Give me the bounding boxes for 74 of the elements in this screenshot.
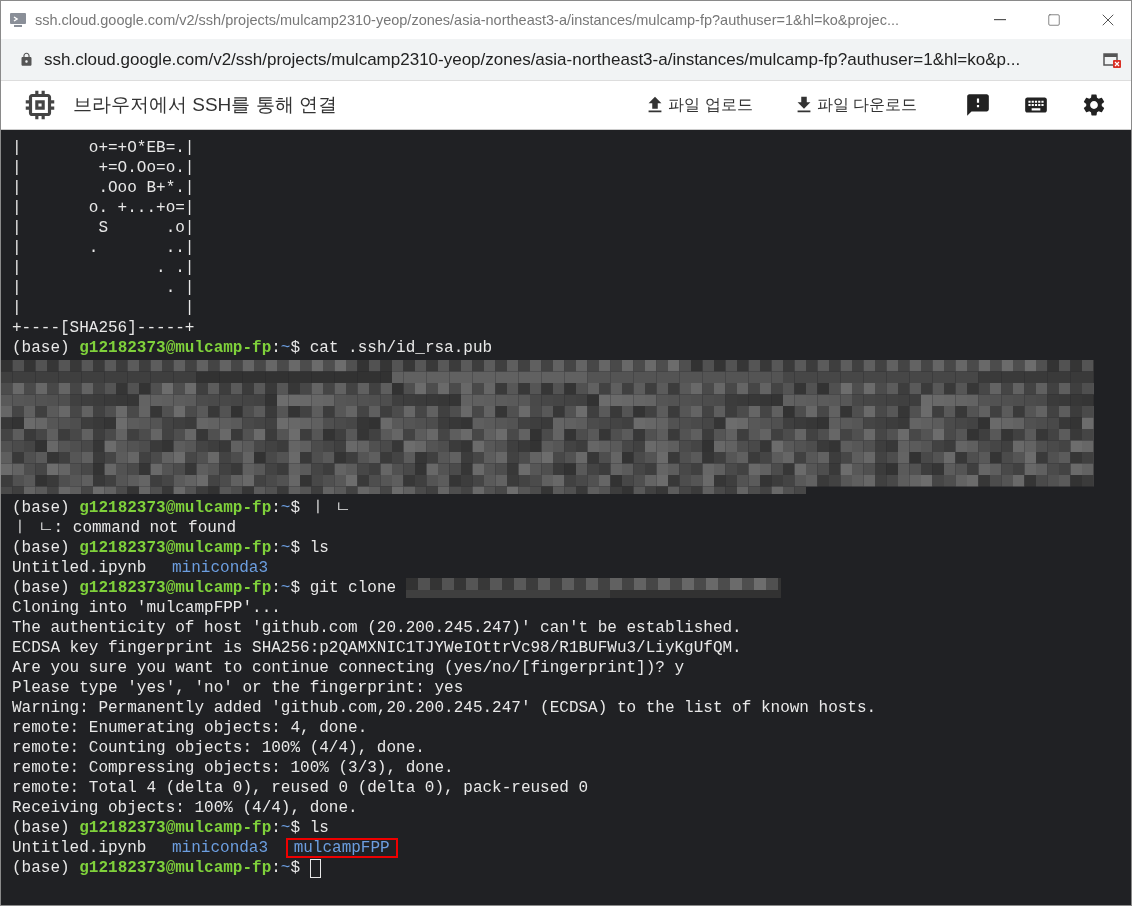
terminal-output: | |: [12, 298, 195, 318]
terminal-output: ㅣ ㄴ: command not found: [12, 518, 237, 538]
command-text: ㅣ ㄴ: [309, 498, 352, 518]
terminal-output: ECDSA key fingerprint is SHA256:p2QAMXNIC1TJYWeIOttrVc98/R1BUFWu3/LiyKgUfQM.: [12, 638, 742, 658]
terminal-output: | . ..|: [12, 238, 195, 258]
command-text: cat .ssh/id_rsa.pub: [309, 338, 493, 358]
blocked-popup-icon[interactable]: [1103, 51, 1121, 68]
upload-button[interactable]: 파일 업로드: [638, 90, 759, 120]
terminal-output: | .Ooo B+*.|: [12, 178, 195, 198]
directory-name: miniconda3: [171, 558, 270, 578]
app-title: 브라우저에서 SSH를 통해 연결: [73, 93, 338, 117]
terminal-output: The authenticity of host 'github.com (20.200.245.247)' can't be established.: [12, 618, 742, 638]
prompt-sign: $: [290, 338, 301, 358]
minimize-icon: [994, 19, 1006, 21]
prompt-sign: $: [290, 498, 301, 518]
prompt-env: (base): [12, 498, 70, 518]
terminal-output: remote: Enumerating objects: 4, done.: [12, 718, 368, 738]
file-name: Untitled.ipynb: [11, 558, 148, 578]
download-button[interactable]: 파일 다운로드: [786, 90, 923, 120]
prompt-path: ~: [280, 578, 291, 598]
terminal-output: | . .|: [12, 258, 195, 278]
window-title: ssh.cloud.google.com/v2/ssh/projects/mulcamp2310-yeop/zones/asia-northeast3-a/instances/mulcamp-fp?authuser=1&hl=ko&projec...: [35, 12, 901, 28]
directory-name: miniconda3: [171, 838, 270, 858]
lock-icon: [19, 52, 34, 67]
terminal-output: Cloning into 'mulcampFPP'...: [12, 598, 281, 618]
address-url: ssh.cloud.google.com/v2/ssh/projects/mulcamp2310-yeop/zones/asia-northeast3-a/instances/mulcamp-fp?authuser=1&hl=ko&p...: [44, 49, 1022, 70]
prompt-separator: :: [271, 858, 281, 878]
prompt-separator: :: [271, 538, 281, 558]
prompt-host: g12182373@mulcamp-fp: [79, 538, 272, 558]
terminal-output: | . |: [12, 278, 195, 298]
prompt-sign: $: [290, 858, 301, 878]
prompt-env: (base): [12, 858, 70, 878]
command-text: git clone: [309, 578, 397, 598]
terminal-output: +----[SHA256]-----+: [12, 318, 195, 338]
command-text: ls: [309, 818, 329, 838]
terminal-output: | S .o|: [12, 218, 195, 238]
settings-icon: [1081, 92, 1107, 118]
terminal-output: Receiving objects: 100% (4/4), done.: [12, 798, 358, 818]
terminal-output: Please type 'yes', 'no' or the fingerprint: yes: [12, 678, 464, 698]
prompt-path: ~: [280, 858, 291, 878]
directory-name: mulcampFPP: [285, 838, 398, 858]
prompt-path: ~: [280, 498, 291, 518]
maximize-icon: [1047, 13, 1061, 27]
terminal-output: | +=O.Oo=o.|: [12, 158, 195, 178]
prompt-separator: :: [271, 338, 281, 358]
prompt-separator: :: [271, 818, 281, 838]
prompt-separator: :: [271, 498, 281, 518]
feedback-icon: [965, 92, 991, 118]
command-text: ls: [309, 538, 329, 558]
terminal-output: remote: Total 4 (delta 0), reused 0 (delta 0), pack-reused 0: [12, 778, 589, 798]
prompt-sign: $: [290, 818, 301, 838]
prompt-path: ~: [280, 538, 291, 558]
prompt-path: ~: [280, 818, 291, 838]
prompt-separator: :: [271, 578, 281, 598]
monitor-icon: [9, 12, 27, 28]
terminal-output: | o+=+O*EB=.|: [12, 138, 195, 158]
file-name: Untitled.ipynb: [11, 838, 148, 858]
prompt-env: (base): [12, 818, 70, 838]
prompt-sign: $: [290, 578, 301, 598]
prompt-env: (base): [12, 338, 70, 358]
prompt-host: g12182373@mulcamp-fp: [79, 338, 272, 358]
prompt-host: g12182373@mulcamp-fp: [79, 498, 272, 518]
prompt-sign: $: [290, 538, 301, 558]
terminal-output: | o. +...+o=|: [12, 198, 195, 218]
prompt-host: g12182373@mulcamp-fp: [79, 858, 272, 878]
prompt-env: (base): [12, 578, 70, 598]
terminal-output: Are you sure you want to continue connecting (yes/no/[fingerprint])? y: [12, 658, 685, 678]
terminal-output: remote: Counting objects: 100% (4/4), done.: [12, 738, 425, 758]
terminal-output: remote: Compressing objects: 100% (3/3), done.: [12, 758, 454, 778]
prompt-env: (base): [12, 538, 70, 558]
prompt-host: g12182373@mulcamp-fp: [79, 578, 272, 598]
prompt-host: g12182373@mulcamp-fp: [79, 818, 272, 838]
prompt-path: ~: [280, 338, 291, 358]
terminal-output: Warning: Permanently added 'github.com,20.200.245.247' (ECDSA) to the list of known hosts.: [12, 698, 877, 718]
